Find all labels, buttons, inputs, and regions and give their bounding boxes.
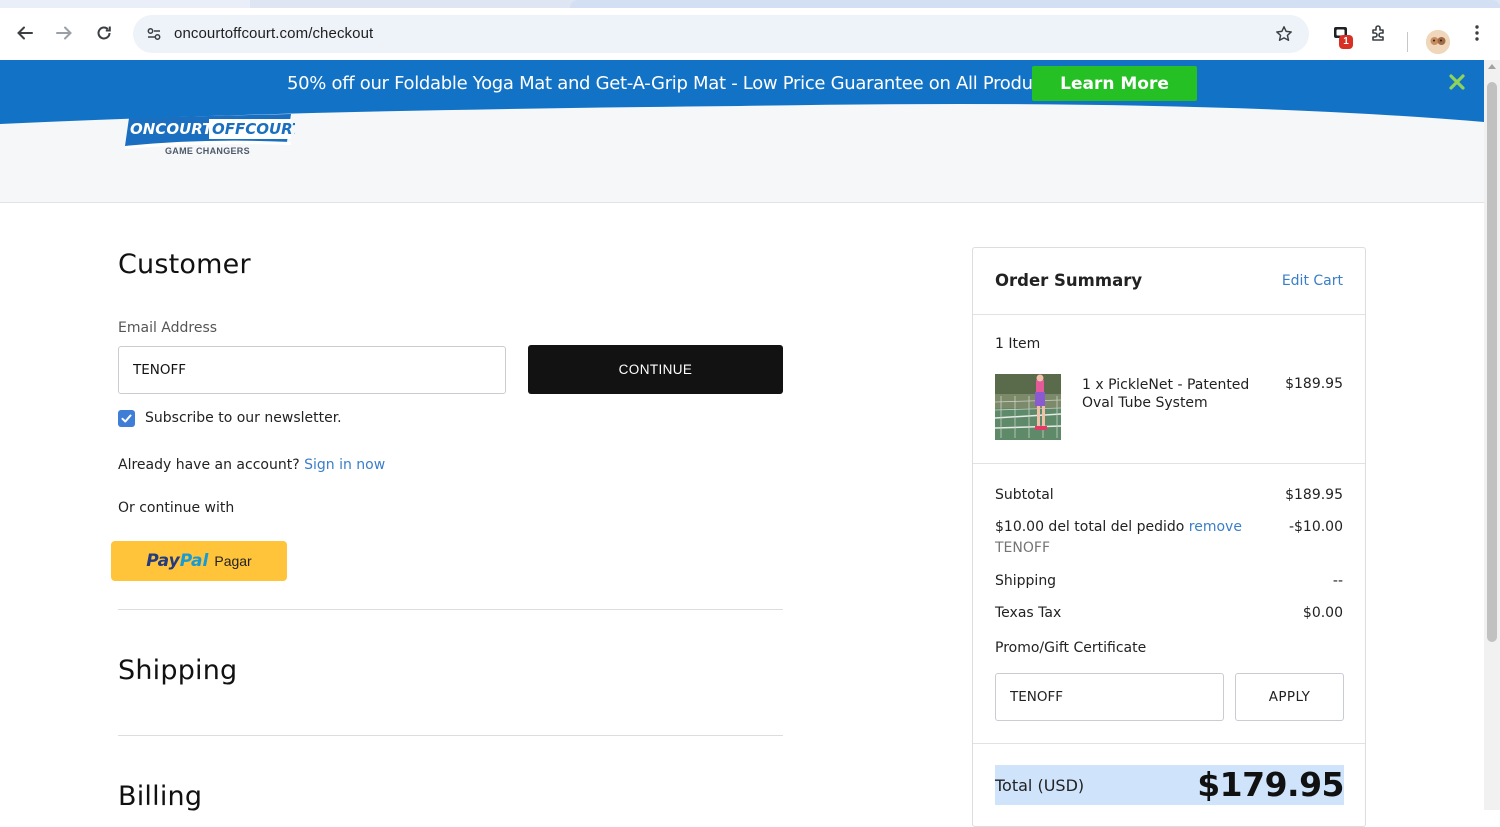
newsletter-label[interactable]: Subscribe to our newsletter.	[145, 410, 342, 426]
scroll-up-arrow-icon[interactable]	[1488, 64, 1496, 69]
summary-divider	[973, 743, 1365, 744]
edit-cart-link[interactable]: Edit Cart	[1282, 273, 1343, 289]
order-summary-title: Order Summary	[995, 271, 1143, 290]
customer-heading: Customer	[118, 249, 251, 280]
paypal-button[interactable]: PayPal Pagar	[111, 541, 287, 581]
forward-icon[interactable]	[51, 20, 77, 46]
email-label: Email Address	[118, 320, 218, 336]
discount-code: TENOFF	[995, 540, 1050, 556]
summary-divider	[973, 314, 1365, 315]
subtotal-label: Subtotal	[995, 487, 1054, 503]
learn-more-button[interactable]: Learn More	[1032, 66, 1197, 101]
shipping-value: --	[1332, 573, 1343, 589]
logo-word-on: ONCOURT	[130, 120, 214, 138]
tab-inactive[interactable]	[0, 0, 250, 8]
discount-row: $10.00 del total del pedido remove	[995, 519, 1242, 535]
url-text[interactable]: oncourtoffcourt.com/checkout	[174, 25, 373, 42]
product-name: 1 x PickleNet - Patented Oval Tube Syste…	[1082, 377, 1250, 411]
bookmark-star-icon[interactable]	[1273, 23, 1295, 45]
paypal-logo: PayPal	[146, 551, 208, 571]
promo-code-input[interactable]	[995, 673, 1224, 721]
site-header: 50% off our Foldable Yoga Mat and Get-A-…	[0, 60, 1484, 203]
tax-value: $0.00	[1302, 605, 1343, 621]
browser-menu-icon[interactable]	[1464, 20, 1490, 46]
reload-icon[interactable]	[91, 20, 117, 46]
checkmark-icon	[121, 414, 132, 423]
order-summary-panel: Order Summary Edit Cart 1 Item 1 x Pickl…	[972, 247, 1366, 827]
browser-toolbar: oncourtoffcourt.com/checkout 1	[0, 8, 1500, 60]
back-icon[interactable]	[12, 20, 38, 46]
email-field[interactable]	[118, 346, 506, 394]
section-divider	[118, 735, 783, 736]
extension-badge: 1	[1339, 35, 1353, 49]
tax-label: Texas Tax	[995, 605, 1062, 621]
site-settings-icon[interactable]	[141, 21, 167, 47]
logo-tagline: GAME CHANGERS	[165, 146, 250, 156]
scrollbar-thumb[interactable]	[1487, 82, 1497, 642]
order-total: Total (USD) $179.95	[995, 765, 1344, 805]
account-prompt: Already have an account? Sign in now	[118, 457, 385, 473]
shipping-heading[interactable]: Shipping	[118, 655, 237, 686]
logo-word-off: OFFCOURT	[212, 120, 295, 138]
billing-heading[interactable]: Billing	[118, 781, 202, 812]
sign-in-link[interactable]: Sign in now	[304, 457, 385, 473]
toolbar-separator	[1407, 32, 1408, 52]
account-prompt-text: Already have an account?	[118, 457, 300, 473]
page-scrollbar[interactable]	[1484, 60, 1500, 810]
paypal-logo-pal: Pal	[179, 551, 209, 571]
shipping-label: Shipping	[995, 573, 1057, 589]
continue-button[interactable]: CONTINUE	[528, 345, 783, 394]
tab-active[interactable]	[570, 0, 1500, 8]
address-bar[interactable]: oncourtoffcourt.com/checkout	[133, 15, 1309, 53]
apply-button[interactable]: APPLY	[1235, 673, 1344, 721]
or-continue-text: Or continue with	[118, 500, 235, 516]
paypal-pagar-label: Pagar	[214, 553, 252, 569]
subtotal-value: $189.95	[1285, 487, 1343, 503]
discount-label: $10.00 del total del pedido	[995, 519, 1185, 535]
newsletter-checkbox[interactable]	[118, 410, 135, 427]
promo-label: Promo/Gift Certificate	[995, 640, 1147, 656]
summary-divider	[973, 463, 1365, 464]
section-divider	[118, 609, 783, 610]
close-x-icon[interactable]	[1446, 71, 1468, 93]
discount-value: -$10.00	[1288, 519, 1343, 535]
paypal-logo-pay: Pay	[146, 551, 180, 571]
tab-strip	[0, 0, 1500, 8]
items-count: 1 Item	[995, 336, 1041, 352]
site-logo[interactable]: ONCOURT OFFCOURT GAME CHANGERS	[125, 112, 304, 162]
total-value: $179.95	[1197, 765, 1344, 804]
remove-discount-link[interactable]: remove	[1189, 519, 1242, 535]
profile-avatar[interactable]	[1426, 30, 1450, 54]
product-thumbnail	[995, 374, 1061, 440]
extensions-puzzle-icon[interactable]	[1366, 20, 1392, 46]
total-label: Total (USD)	[995, 776, 1085, 795]
promo-banner-text: 50% off our Foldable Yoga Mat and Get-A-…	[287, 73, 1066, 94]
product-price: $189.95	[1285, 376, 1343, 392]
